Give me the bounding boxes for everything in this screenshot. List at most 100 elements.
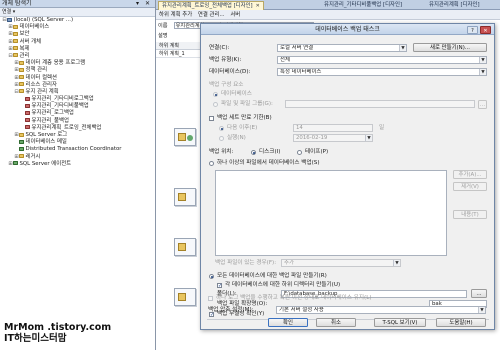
job-icon [25,103,30,108]
folder-icon [19,154,24,159]
object-explorer-tree: ⊟ (local) (SQL Server ...) ⊞ 데이터베이스 ⊞ 보안 ⊞ 서버 … [0,17,155,168]
folder-icon [13,39,18,44]
tree-item[interactable]: ⊟ 유지 관리 계획 [0,89,155,96]
disk-radio[interactable] [251,150,256,155]
database-label: 데이터베이스(D): [209,69,251,75]
contents-button[interactable]: 내용(T) [453,210,487,219]
files-browse-button[interactable]: … [478,100,487,109]
tree-item-label: (local) (SQL Server ...) [13,17,74,23]
cancel-button[interactable]: 취소 [316,318,356,327]
close-icon[interactable]: ✕ [480,25,491,34]
tree-item-label: Distributed Transaction Coordinator [25,146,122,153]
after-unit-label: 일 [379,125,385,131]
tree-item[interactable]: ⊞ 레거시 [0,154,155,161]
close-icon[interactable]: ✕ [256,3,260,9]
tree-item-label: 레거시 [25,153,41,160]
task-box[interactable] [174,288,196,306]
subdirectory-checkbox[interactable]: ✓ [217,283,222,289]
svc-icon [19,146,24,151]
view-tsql-button[interactable]: T-SQL 보기(V) [374,318,426,327]
compression-combo[interactable]: 기본 서버 설정 사용 ▼ [276,306,486,314]
server-button[interactable]: 서버 [230,10,240,20]
tape-label: 테이프(P) [305,149,329,155]
help-button[interactable]: 도움말(H) [436,318,486,327]
folder-icon [13,24,18,29]
tree-item[interactable]: 유지관리_로그백업 [0,110,155,117]
on-date-label: 실행(N) [227,135,246,141]
help-icon[interactable]: ? [467,25,478,34]
verify-integrity-checkbox[interactable]: ✓ [209,312,214,318]
tree-item[interactable]: 유지관리_풀백업 [0,118,155,125]
connect-button[interactable]: 연결 ▾ [2,9,15,15]
tree-item[interactable]: ⊞ 복제 [0,46,155,53]
tree-item[interactable]: 유지관리계획_트로잉_전체백업 [0,125,155,132]
per-database-radio[interactable] [209,274,214,279]
manage-connections-button[interactable]: 연결 관리... [198,10,225,20]
backup-type-combo[interactable]: 전체 ▼ [277,56,487,64]
component-database-radio[interactable] [213,92,218,97]
tree-item-label: 유지관리_로그백업 [31,110,74,117]
tree-item-label: 유지 관리 계획 [25,88,59,95]
backup-task-box[interactable] [174,128,196,146]
tree-item[interactable]: 데이터베이스 메일 [0,139,155,146]
tree-item[interactable]: ⊞ 리소스 관리자 [0,82,155,89]
folder-icon [19,89,24,94]
task-box[interactable] [174,238,196,256]
tree-item[interactable]: ⊞ 데이터 컬렉션 [0,75,155,82]
tree-item-label: 데이터베이스 [19,24,50,31]
after-label: 다음 이후(E) [227,125,258,131]
database-value: 특정 데이터베이스 [280,69,322,75]
tree-item[interactable]: ⊞ 보안 [0,31,155,38]
after-days-field[interactable]: 14 [293,124,373,132]
new-connection-button[interactable]: 새로 만들기(N)... [413,43,487,52]
tree-item[interactable]: 유지관리_기타디비풀백업 [0,103,155,110]
task-icon [178,293,186,301]
component-files-label: 파일 및 파일 그룹(G): [221,101,273,107]
tree-item[interactable]: ⊞ SQL Server 에이전트 [0,161,155,168]
copy-only-checkbox[interactable] [208,296,213,301]
tree-item[interactable]: ⊞ 서버 개체 [0,39,155,46]
on-date-field[interactable]: 2016-02-19 ▼ [293,134,373,142]
folder-icon [19,67,24,72]
backup-expire-label: 백업 세트 만료 기한(B) [217,115,272,121]
tree-item-label: 유지관리_기타디비풀백업 [31,103,89,110]
folder-field[interactable]: F:\database_backup [281,290,467,298]
backup-task-dialog: 데이터베이스 백업 태스크 ? ✕ 연결(C): 로컬 서버 연결 ▼ 새로 만들… [200,23,495,330]
backup-type-label: 백업 유형(K): [209,57,242,63]
files-field[interactable] [285,100,475,108]
existing-file-combo[interactable]: 추가 ▼ [281,259,401,267]
tab-plan[interactable]: 유지관리계획 [디자인] [426,1,483,10]
backup-expire-checkbox[interactable] [209,116,214,121]
tree-item[interactable]: ⊞ 정책 관리 [0,67,155,74]
subdirectory-label: 각 데이터베이스에 대한 하위 디렉터리 만들기(U) [225,282,341,288]
connection-combo[interactable]: 로컬 서버 연결 ▼ [277,44,407,52]
svc-icon [19,139,24,144]
tree-item[interactable]: Distributed Transaction Coordinator [0,146,155,153]
add-subplan-button[interactable]: 하위 계획 추가 [159,10,192,20]
ok-button[interactable]: 확인 [268,318,308,327]
tree-item-label: 데이터베이스 메일 [25,139,67,146]
panel-controls[interactable]: ▾ ✕ [136,0,152,8]
backup-files-list[interactable] [215,170,447,256]
backup-task-icon [178,133,186,141]
tree-item[interactable]: ⊞ 데이터 계층 응용 프로그램 [0,60,155,67]
folder-browse-button[interactable]: ... [471,289,487,298]
folder-value: F:\database_backup [284,291,338,297]
on-date-radio[interactable] [219,136,224,141]
watermark-line-2: IT하는미스터맘 [4,333,67,344]
component-files-radio[interactable] [213,102,218,107]
document-tabs: 유지관리계획_트로잉_전체백업 [디자인] ✕ 유지관리_기타디비풀백업 [디자인… [156,0,500,10]
add-file-button[interactable]: 추가(A)... [453,170,487,179]
remove-file-button[interactable]: 제거(V) [453,182,487,191]
folder-icon [19,82,24,87]
job-icon [25,118,30,123]
database-combo[interactable]: 특정 데이터베이스 ▼ [277,68,487,76]
component-database-label: 데이터베이스 [221,91,252,97]
after-radio[interactable] [219,126,224,131]
task-box[interactable] [174,188,196,206]
tab-current-plan[interactable]: 유지관리계획_트로잉_전체백업 [디자인] ✕ [158,1,264,10]
tape-radio[interactable] [297,150,302,155]
span-files-radio[interactable] [209,161,214,166]
tree-item[interactable]: ⊞ SQL Server 로그 [0,132,155,139]
tab-other-plan[interactable]: 유지관리_기타디비풀백업 [디자인] [321,1,405,10]
